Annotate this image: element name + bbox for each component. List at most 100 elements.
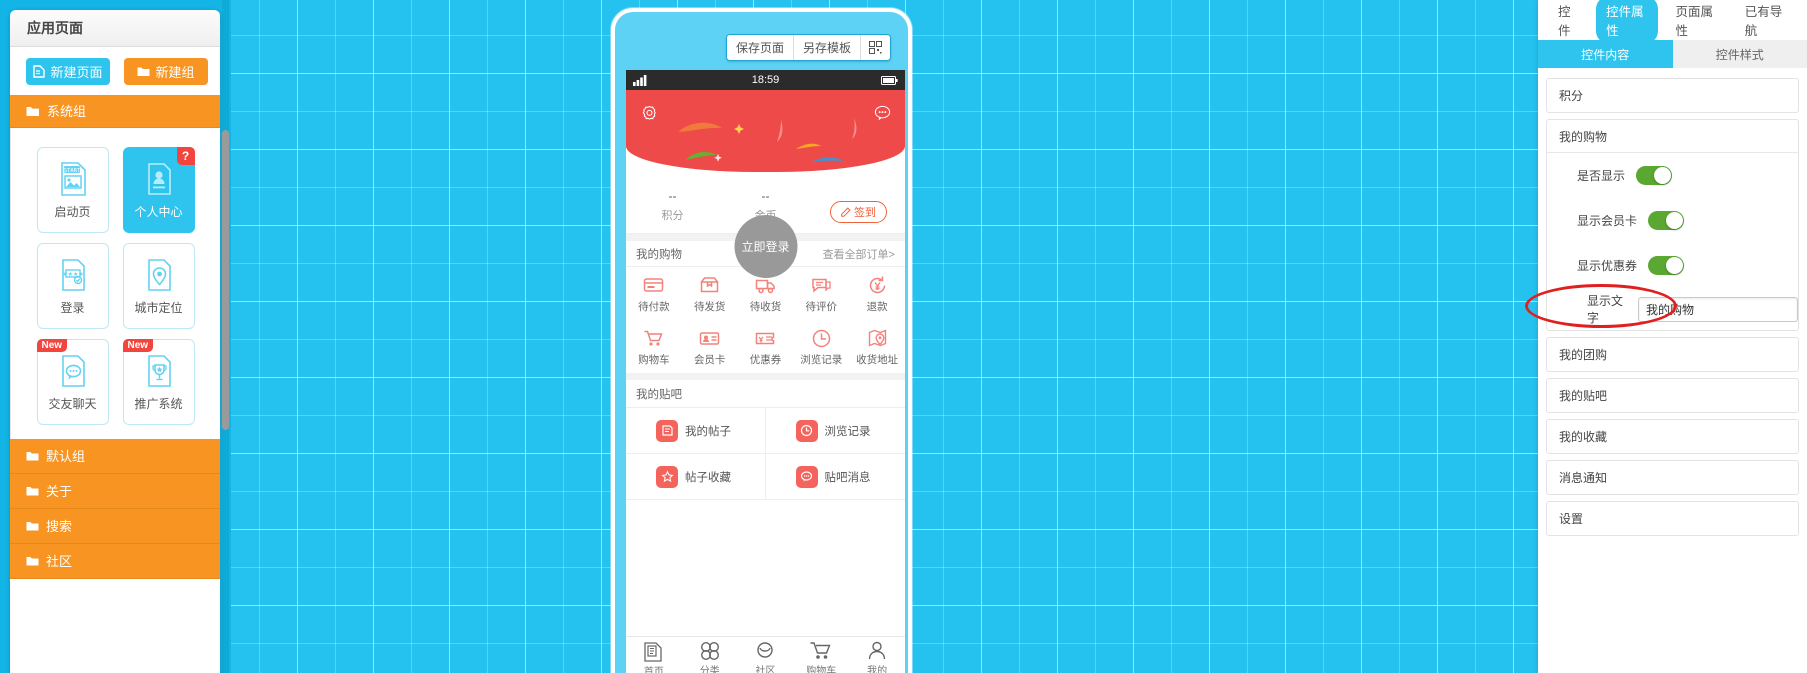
section-my-tieba-header[interactable]: 我的贴吧 (1547, 379, 1798, 412)
tieba-grid: 我的帖子 浏览记录 帖子收藏 贴吧消息 (626, 408, 905, 500)
section-notifications: 消息通知 (1546, 460, 1799, 495)
page-tile-usercenter[interactable]: ? 个人中心 (122, 147, 195, 233)
property-show-label: 是否显示 (1577, 169, 1626, 183)
sidebar-group-about-label: 关于 (46, 483, 73, 499)
tab-community[interactable]: 社区 (738, 640, 794, 673)
pencil-icon (841, 207, 851, 217)
property-show-membercard-toggle[interactable] (1648, 211, 1685, 230)
section-my-groupbuy-header[interactable]: 我的团购 (1547, 338, 1798, 371)
tab-widgets[interactable]: 控件 (1548, 0, 1589, 44)
home-icon (644, 641, 662, 662)
section-divider (626, 373, 905, 380)
section-settings-header[interactable]: 设置 (1547, 502, 1798, 535)
tieba-item-messages-label: 贴吧消息 (824, 471, 871, 484)
new-page-button[interactable]: 新建页面 (26, 58, 110, 85)
tieba-item-favorites[interactable]: 帖子收藏 (626, 454, 766, 500)
sidebar-group-about[interactable]: 关于 (10, 474, 220, 509)
shopping-item-membercard-label: 会员卡 (693, 354, 726, 366)
tieba-item-messages[interactable]: 贴吧消息 (765, 454, 905, 500)
clock-icon (812, 329, 831, 348)
tab-home[interactable]: 首页 (626, 640, 682, 673)
system-group-pages: START 启动页 ? 个人中心 ★★★★ 登录 城市定位 New 交友聊天 N… (10, 128, 220, 439)
page-tile-usercenter-badge: ? (176, 147, 195, 165)
sidebar-group-search[interactable]: 搜索 (10, 509, 220, 544)
battery-icon (881, 75, 898, 85)
profile-hero-banner (626, 90, 905, 172)
truck-icon (755, 279, 775, 294)
tab-existing-navigation[interactable]: 已有导航 (1735, 0, 1797, 44)
save-template-button[interactable]: 另存模板 (793, 35, 861, 60)
tab-category[interactable]: 分类 (682, 640, 738, 673)
tieba-item-favorites-label: 帖子收藏 (685, 471, 731, 484)
bottom-tab-bar: 首页 分类 社区 购物车 我的 (626, 636, 905, 673)
save-page-button[interactable]: 保存页面 (726, 35, 794, 60)
signin-button[interactable]: 签到 (830, 201, 887, 223)
tab-cart[interactable]: 购物车 (793, 640, 849, 673)
sidebar-group-community[interactable]: 社区 (10, 544, 220, 579)
display-text-input[interactable] (1638, 296, 1798, 322)
category-icon (700, 641, 719, 661)
new-group-button[interactable]: 新建组 (124, 58, 208, 85)
section-points-header[interactable]: 积分 (1547, 79, 1798, 112)
subtab-widget-content[interactable]: 控件内容 (1538, 40, 1673, 68)
tab-home-label: 首页 (643, 666, 664, 673)
tab-community-label: 社区 (755, 666, 776, 673)
section-my-shopping-header[interactable]: 我的购物 (1547, 120, 1798, 153)
preview-qrcode-button[interactable] (861, 35, 890, 60)
message-icon (795, 465, 818, 488)
shopping-item-refund[interactable]: 退款 (849, 275, 905, 314)
sidebar-group-system-label: 系统组 (47, 103, 87, 119)
shopping-section-title: 我的购物 (636, 248, 682, 261)
shopping-item-history[interactable]: 浏览记录 (793, 328, 849, 367)
panel-title: 应用页面 (10, 10, 220, 47)
shopping-item-pending-shipment-label: 待发货 (693, 301, 726, 313)
section-notifications-header[interactable]: 消息通知 (1547, 461, 1798, 494)
shopping-item-cart[interactable]: 购物车 (626, 328, 682, 367)
shopping-item-address[interactable]: 收货地址 (849, 328, 905, 367)
stat-points[interactable]: -- 积分 (626, 189, 719, 223)
panel-action-buttons: 新建页面 新建组 (10, 47, 220, 95)
shopping-item-pending-receipt[interactable]: 待收货 (738, 275, 794, 314)
shopping-item-pending-payment[interactable]: 待付款 (626, 275, 682, 314)
shopping-item-pending-review[interactable]: 待评价 (793, 275, 849, 314)
clock-icon (795, 419, 818, 442)
tieba-item-history[interactable]: 浏览记录 (765, 408, 905, 454)
post-icon (656, 419, 678, 442)
signin-label: 签到 (854, 207, 876, 219)
property-show-coupon-toggle[interactable] (1648, 256, 1685, 275)
tieba-item-myposts[interactable]: 我的帖子 (626, 408, 766, 454)
property-show-toggle[interactable] (1636, 166, 1673, 185)
page-tile-promotion[interactable]: New 推广系统 (122, 339, 195, 425)
sidebar-group-default[interactable]: 默认组 (10, 439, 220, 474)
page-tile-row: START 启动页 ? 个人中心 (11, 147, 220, 233)
sidebar-group-system[interactable]: 系统组 (10, 95, 220, 128)
location-page-icon (147, 259, 171, 291)
shopping-item-membercard[interactable]: 会员卡 (682, 328, 738, 367)
section-my-favorites-header[interactable]: 我的收藏 (1547, 420, 1798, 453)
stat-points-label: 积分 (661, 210, 684, 222)
page-tile-citylocation[interactable]: 城市定位 (122, 243, 195, 329)
page-tile-startup[interactable]: START 启动页 (36, 147, 109, 233)
tab-mine-label: 我的 (867, 666, 888, 673)
tieba-section-header: 我的贴吧 (626, 380, 905, 408)
shopping-item-coupon[interactable]: 优惠券 (738, 328, 794, 367)
properties-tabs: 控件 控件属性 页面属性 已有导航 (1538, 0, 1807, 44)
view-all-orders-link[interactable]: 查看全部订单> (823, 246, 895, 262)
login-label: 立即登录 (741, 240, 790, 254)
folder-icon (137, 67, 150, 76)
property-display-text-label: 显示文字 (1587, 294, 1624, 325)
subtab-widget-style[interactable]: 控件样式 (1672, 40, 1807, 68)
page-tile-chat[interactable]: New 交友聊天 (36, 339, 109, 425)
login-avatar-button[interactable]: 立即登录 (734, 215, 797, 278)
tab-widget-properties[interactable]: 控件属性 (1596, 0, 1659, 44)
tab-page-properties[interactable]: 页面属性 (1665, 0, 1727, 44)
page-tile-usercenter-label: 个人中心 (134, 205, 183, 219)
left-panel-scrollbar-thumb[interactable] (222, 130, 229, 430)
shopping-item-history-label: 浏览记录 (800, 354, 843, 366)
tab-mine[interactable]: 我的 (849, 640, 905, 673)
page-tile-login[interactable]: ★★★★ 登录 (36, 243, 109, 329)
toggle-knob (1666, 212, 1684, 229)
refund-icon (869, 276, 885, 294)
page-tile-citylocation-label: 城市定位 (134, 301, 183, 315)
shopping-item-pending-shipment[interactable]: 待发货 (682, 275, 738, 314)
